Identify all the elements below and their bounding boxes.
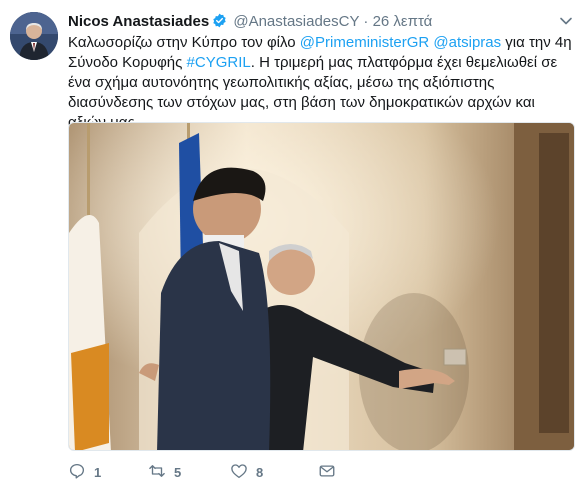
avatar[interactable] <box>10 12 58 60</box>
tweet-actions: 1 5 8 <box>68 462 568 482</box>
retweet-count: 5 <box>174 464 182 480</box>
retweet-button[interactable]: 5 <box>148 462 181 482</box>
hashtag-link[interactable]: #CYGRIL <box>187 54 251 71</box>
tweet-text: Καλωσορίζω στην Κύπρο τον φίλο @Primemin… <box>68 33 573 133</box>
author-handle[interactable]: @AnastasiadesCY <box>233 13 359 30</box>
like-icon <box>230 462 248 483</box>
reply-count: 1 <box>94 464 102 480</box>
like-button[interactable]: 8 <box>230 462 263 482</box>
avatar-image <box>10 12 58 60</box>
mention-link[interactable]: @PrimeministerGR <box>300 34 429 51</box>
direct-message-icon <box>318 462 336 483</box>
separator-dot: · <box>363 13 369 30</box>
chevron-down-icon[interactable] <box>559 14 573 28</box>
reply-icon <box>68 462 86 483</box>
photo-image <box>69 123 574 450</box>
tweet[interactable]: Nicos Anastasiades @AnastasiadesCY · 26 … <box>0 0 585 486</box>
direct-message-button[interactable] <box>318 462 336 482</box>
tweet-text-segment: Καλωσορίζω στην Κύπρο τον φίλο <box>68 34 300 51</box>
tweet-timestamp[interactable]: 26 λεπτά <box>373 13 433 30</box>
like-count: 8 <box>256 464 264 480</box>
tweet-photo[interactable] <box>68 122 575 451</box>
mention-link[interactable]: @atsipras <box>433 34 501 51</box>
reply-button[interactable]: 1 <box>68 462 101 482</box>
tweet-header: Nicos Anastasiades @AnastasiadesCY · 26 … <box>68 12 555 32</box>
retweet-icon <box>148 462 166 483</box>
author-name[interactable]: Nicos Anastasiades <box>68 13 209 30</box>
verified-badge-icon <box>212 13 227 28</box>
